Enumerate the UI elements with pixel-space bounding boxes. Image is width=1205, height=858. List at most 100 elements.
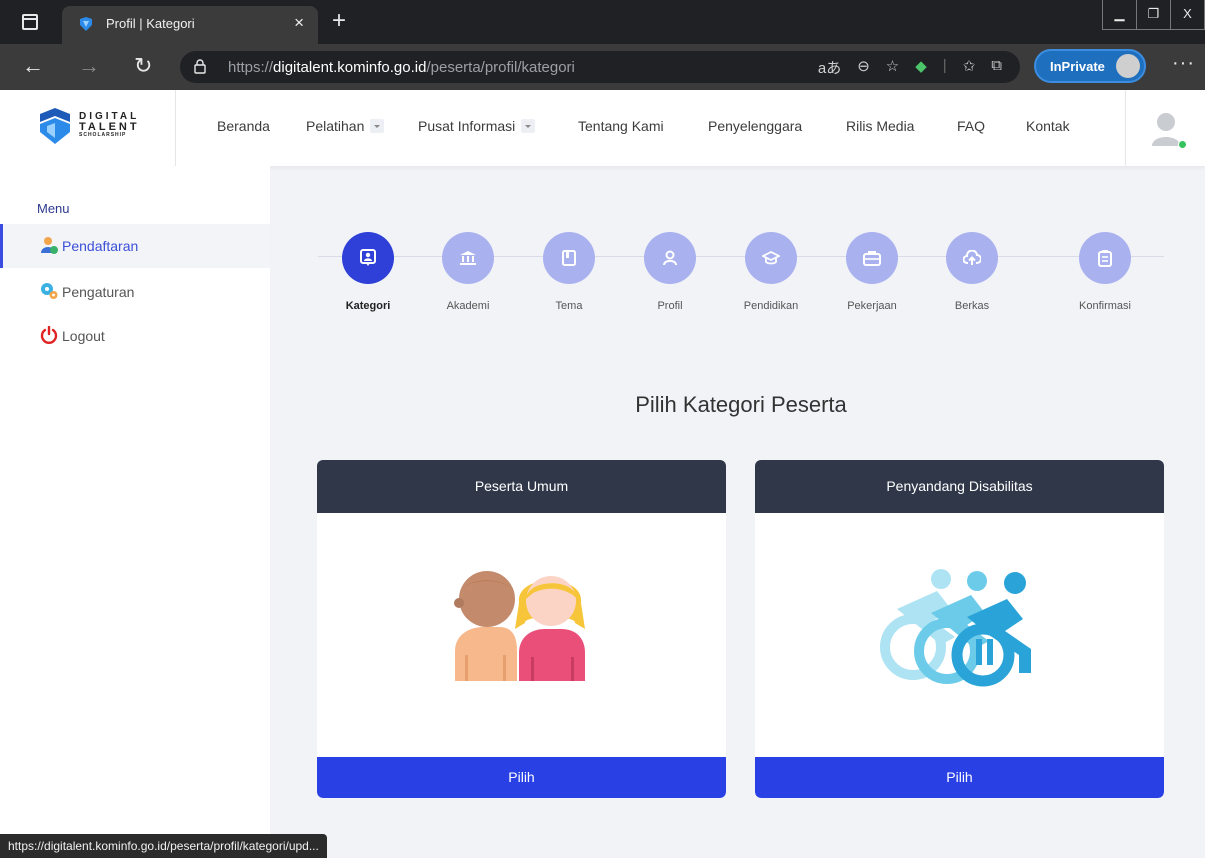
pilih-disabilitas-button[interactable]: Pilih: [755, 757, 1164, 798]
chevron-down-icon: [521, 119, 536, 134]
browser-tab[interactable]: Profil | Kategori ×: [62, 6, 318, 44]
wheelchair-illustration: [880, 569, 1031, 687]
sidebar-menu-label: Menu: [37, 201, 70, 216]
step-pekerjaan[interactable]: Pekerjaan: [822, 232, 922, 312]
step-akademi[interactable]: Akademi: [418, 232, 518, 312]
step-tema[interactable]: Tema: [519, 232, 619, 312]
site-favicon-icon: [80, 17, 92, 31]
nav-beranda[interactable]: Beranda: [217, 118, 270, 134]
sidebar: Menu Pendaftaran Pengaturan Logout: [0, 166, 270, 858]
cloud-upload-icon: [963, 250, 981, 265]
logo-wordmark: DIGITAL TALENT SCHOLARSHIP: [79, 112, 140, 138]
briefcase-icon: [863, 251, 881, 266]
window-controls: ▁ ❐ X: [1102, 0, 1205, 30]
add-favorite-icon[interactable]: ☆: [886, 57, 899, 78]
graduation-cap-icon: [762, 251, 780, 265]
user-check-icon: [41, 237, 58, 254]
clipboard-icon: [1098, 250, 1112, 267]
inprivate-label: InPrivate: [1050, 59, 1105, 74]
profile-avatar-icon: [1116, 54, 1140, 78]
user-avatar-icon: [1152, 113, 1180, 146]
step-pendidikan[interactable]: Pendidikan: [721, 232, 821, 312]
step-profil[interactable]: Profil: [620, 232, 720, 312]
card-title: Peserta Umum: [317, 460, 726, 513]
url-host: digitalent.kominfo.go.id: [273, 59, 427, 76]
browser-tab-strip: Profil | Kategori × + ▁ ❐ X: [0, 0, 1205, 44]
status-bar-url: https://digitalent.kominfo.go.id/peserta…: [0, 834, 327, 858]
nav-pelatihan[interactable]: Pelatihan: [306, 118, 385, 134]
lock-icon: [194, 59, 206, 74]
step-circle: [644, 232, 696, 284]
sidebar-item-label: Pengaturan: [62, 284, 135, 300]
step-circle: [442, 232, 494, 284]
online-status-dot: [1178, 140, 1187, 149]
step-label: Kategori: [345, 300, 391, 312]
address-bar-actions: aあ ⊖ ☆ ◆ | ✩ ⧉: [818, 57, 1002, 78]
sidebar-item-pendaftaran[interactable]: Pendaftaran: [0, 224, 270, 268]
step-berkas[interactable]: Berkas: [922, 232, 1022, 312]
category-card-umum: Peserta Umum Pilih: [317, 460, 726, 798]
step-kategori[interactable]: Kategori: [318, 232, 418, 312]
more-menu-icon[interactable]: ···: [1172, 52, 1195, 75]
site-header: DIGITAL TALENT SCHOLARSHIP Beranda Pelat…: [0, 90, 1205, 166]
sidebar-item-pengaturan[interactable]: Pengaturan: [0, 270, 270, 314]
pilih-umum-button[interactable]: Pilih: [317, 757, 726, 798]
institution-icon: [460, 251, 476, 265]
back-arrow-icon[interactable]: ←: [22, 54, 44, 78]
step-circle: [745, 232, 797, 284]
close-window-button[interactable]: X: [1171, 0, 1205, 30]
inprivate-button[interactable]: InPrivate: [1034, 49, 1146, 83]
step-circle: [846, 232, 898, 284]
nav-faq[interactable]: FAQ: [957, 118, 985, 134]
two-people-illustration: [454, 571, 585, 681]
step-label: Konfirmasi: [1079, 300, 1131, 312]
reload-icon[interactable]: ↻: [134, 54, 152, 78]
new-tab-button[interactable]: +: [332, 8, 346, 34]
favorites-icon[interactable]: ✩: [963, 57, 976, 78]
step-label: Pendidikan: [743, 300, 799, 312]
card-body: [317, 513, 726, 757]
user-menu[interactable]: [1125, 90, 1205, 166]
nav-pusat-informasi[interactable]: Pusat Informasi: [418, 118, 536, 134]
step-label: Tema: [555, 300, 583, 312]
window-menu-icon[interactable]: [22, 14, 38, 30]
step-circle: [946, 232, 998, 284]
step-circle: [1079, 232, 1131, 284]
zoom-out-icon[interactable]: ⊖: [857, 57, 870, 78]
browser-toolbar: ← → ↻ https://digitalent.kominfo.go.id/p…: [0, 44, 1205, 90]
step-konfirmasi[interactable]: Konfirmasi: [1055, 232, 1155, 312]
url-text: https://digitalent.kominfo.go.id/peserta…: [228, 59, 575, 76]
power-icon: [40, 326, 58, 344]
nav-pelatihan-label: Pelatihan: [306, 118, 365, 134]
step-label: Akademi: [446, 300, 490, 312]
page-title: Pilih Kategori Peserta: [635, 392, 847, 417]
address-bar[interactable]: https://digitalent.kominfo.go.id/peserta…: [180, 51, 1020, 83]
digitalent-logo-icon: [40, 108, 70, 144]
step-circle: [543, 232, 595, 284]
tab-title: Profil | Kategori: [106, 16, 195, 31]
nav-pusat-informasi-label: Pusat Informasi: [418, 118, 516, 134]
gears-icon: [41, 283, 58, 299]
nav-kontak[interactable]: Kontak: [1026, 118, 1070, 134]
category-card-disabilitas: Penyandang Disabilitas Pilih: [755, 460, 1164, 798]
tab-close-icon[interactable]: ×: [294, 13, 304, 33]
sidebar-item-label: Pendaftaran: [62, 238, 139, 254]
sidebar-item-label: Logout: [62, 328, 105, 344]
step-label: Berkas: [954, 300, 990, 312]
card-body: [755, 513, 1164, 757]
sidebar-item-logout[interactable]: Logout: [0, 314, 270, 358]
nav-penyelenggara[interactable]: Penyelenggara: [708, 118, 802, 134]
extension-icon[interactable]: ◆: [915, 57, 927, 78]
step-circle: [342, 232, 394, 284]
collections-icon[interactable]: ⧉: [991, 57, 1002, 78]
forward-arrow-icon[interactable]: →: [78, 54, 100, 78]
read-aloud-icon[interactable]: aあ: [818, 57, 841, 78]
nav-tentang-kami[interactable]: Tentang Kami: [578, 118, 664, 134]
restore-button[interactable]: ❐: [1137, 0, 1171, 30]
minimize-button[interactable]: ▁: [1103, 0, 1137, 30]
logo[interactable]: DIGITAL TALENT SCHOLARSHIP: [0, 90, 176, 166]
url-path: /peserta/profil/kategori: [426, 59, 575, 76]
separator: |: [942, 57, 947, 74]
nav-rilis-media[interactable]: Rilis Media: [846, 118, 914, 134]
step-label: Profil: [657, 300, 683, 312]
